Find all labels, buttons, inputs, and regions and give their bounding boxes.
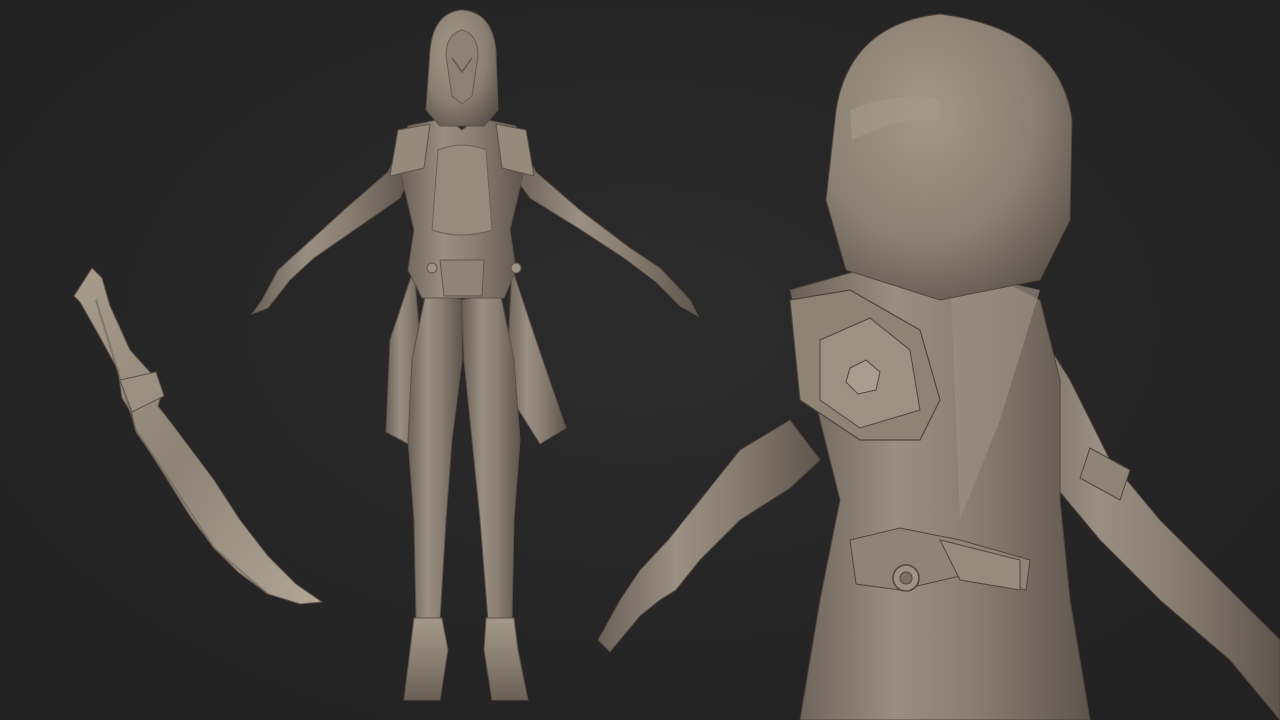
sculpt-render-canvas bbox=[73, 9, 1280, 720]
curved-blade-sculpt bbox=[73, 267, 324, 605]
hooded-character-closeup-sculpt bbox=[597, 13, 1280, 720]
sculpt-render-viewport bbox=[0, 0, 1280, 720]
